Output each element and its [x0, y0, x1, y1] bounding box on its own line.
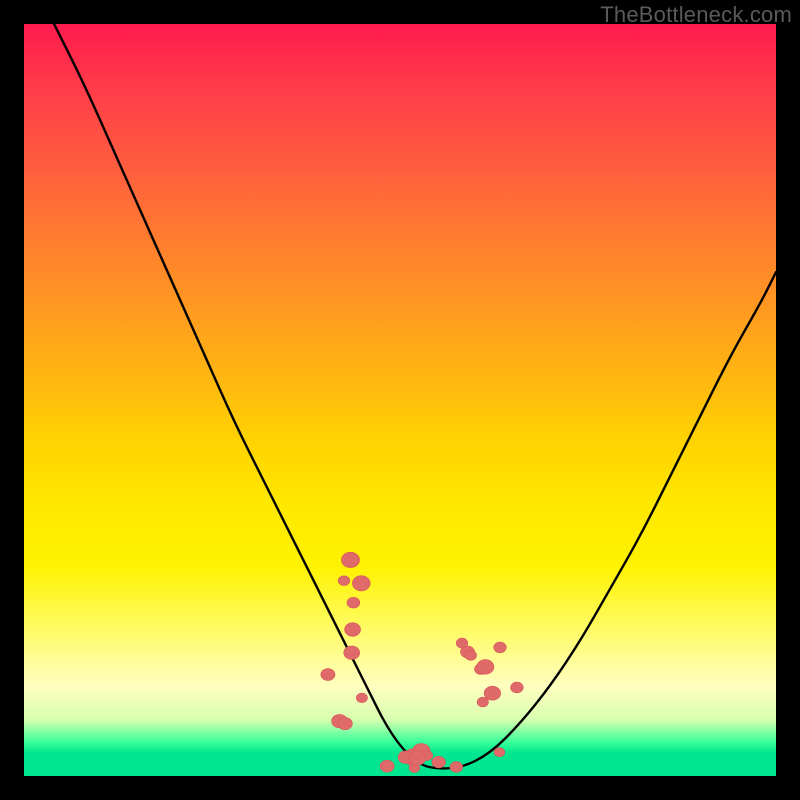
curve-svg: [24, 24, 776, 776]
bottleneck-curve: [54, 24, 776, 768]
data-point-dots: [321, 552, 523, 772]
chart-plot-area: [24, 24, 776, 776]
chart-frame: TheBottleneck.com: [0, 0, 800, 800]
